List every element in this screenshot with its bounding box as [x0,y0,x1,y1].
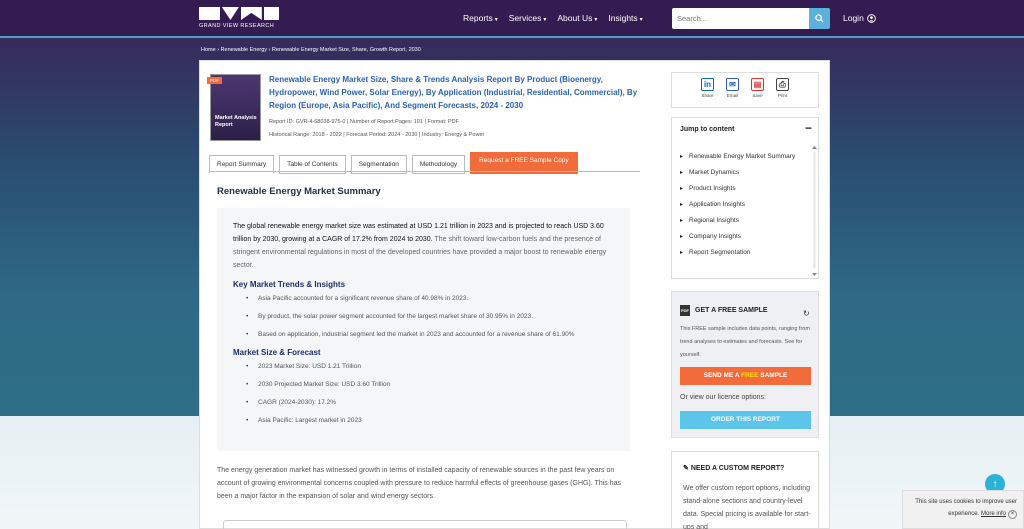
share-print[interactable]: ⎙ Print [776,78,789,107]
linkedin-icon: in [701,78,714,91]
report-title: Renewable Energy Market Size, Share & Tr… [269,75,638,110]
cover-text: Market Analysis Report [215,115,257,128]
tab-divider [209,171,640,172]
list-item: 2023 Market Size: USD 1.21 Trillion [233,361,614,372]
close-icon[interactable]: × [1008,510,1017,519]
custom-report-card: ✎ NEED A CUSTOM REPORT? We offer custom … [671,451,819,529]
nav-about-us[interactable]: About Us ▾ [557,13,597,23]
logo[interactable]: GRAND VIEW RESEARCH [199,7,279,31]
pdf-icon: PDF [680,305,690,316]
toc-item[interactable]: Report Segmentation [680,247,808,259]
search-input[interactable] [672,8,810,29]
toc-item[interactable]: Market Dynamics [680,167,808,179]
list-item: CAGR (2024-2030): 17.2% [233,397,614,408]
summary-intro: The global renewable energy market size … [233,220,614,272]
cookie-notice: This site uses cookies to improve user e… [902,490,1024,529]
custom-description: We offer custom report options, includin… [683,485,811,529]
body-paragraph: The energy generation market has witness… [217,467,622,500]
toc-scrollbar[interactable] [812,146,817,276]
trends-heading: Key Market Trends & Insights [233,280,346,289]
breadcrumb[interactable]: Home › Renewable Energy › Renewable Ener… [201,47,421,53]
top-navbar: GRAND VIEW RESEARCH Reports ▾ Services ▾ A… [0,0,1024,38]
sample-heading: PDF GET A FREE SAMPLE [680,305,768,316]
list-item: Based on application, industrial segment… [233,329,614,340]
free-sample-card: PDF GET A FREE SAMPLE ↻ This FREE sample… [671,291,819,438]
logo-mark [199,7,279,20]
nav-reports[interactable]: Reports ▾ [463,13,498,23]
send-free-sample-button[interactable]: SEND ME A FREE SAMPLE [680,367,811,385]
toc-item[interactable]: Product Insights [680,183,808,195]
chevron-down-icon: ▾ [594,17,598,23]
chevron-down-icon: ▾ [543,17,547,23]
share-email[interactable]: ✉ Email [726,78,739,107]
list-item: Asia Pacific: Largest market in 2023 [233,415,614,426]
list-item: Asia Pacific accounted for a significant… [233,293,614,304]
pdf-badge: PDF [207,77,222,84]
content-box-partial [223,520,627,529]
toc-item[interactable]: Company Insights [680,231,808,243]
report-meta-line1: Report ID: GVR-4-68038-975-0 | Number of… [269,119,459,125]
main-nav: Reports ▾ Services ▾ About Us ▾ Insights ▾ [463,13,643,23]
list-item: By product, the solar power segment acco… [233,311,614,322]
arrow-up-icon: ↑ [992,478,998,490]
toc-item[interactable]: Renewable Energy Market Summary [680,151,808,163]
toc-list: Renewable Energy Market Summary Market D… [680,151,808,263]
toc-heading: Jump to content [680,126,735,133]
list-item: 2030 Projected Market Size: USD 3.60 Tri… [233,379,614,390]
nav-insights[interactable]: Insights ▾ [608,13,642,23]
jump-to-content-panel: Jump to content − Renewable Energy Marke… [671,117,819,279]
forecast-list: 2023 Market Size: USD 1.21 Trillion 2030… [233,361,614,426]
search-button[interactable] [809,8,830,29]
chevron-down-icon: ▾ [494,17,498,23]
forecast-heading: Market Size & Forecast [233,348,321,357]
report-cover-image: PDF Market Analysis Report [207,74,261,141]
summary-box: The global renewable energy market size … [217,208,630,451]
pdf-icon: ▤ [751,78,764,91]
licence-options-text: Or view our licence options: [680,394,766,401]
trends-list: Asia Pacific accounted for a significant… [233,293,614,340]
user-icon [866,13,876,23]
share-linkedin[interactable]: in Share [701,78,714,107]
cursor-icon: ↻ [803,309,810,318]
email-icon: ✉ [726,78,739,91]
toc-item[interactable]: Regional Insights [680,215,808,227]
search-icon [815,14,824,23]
custom-heading: ✎ NEED A CUSTOM REPORT? [683,465,785,472]
nav-services[interactable]: Services ▾ [509,13,547,23]
chevron-down-icon: ▾ [639,17,643,23]
summary-heading: Renewable Energy Market Summary [217,186,381,197]
wrench-icon: ✎ [683,465,689,472]
share-toolbar: in Share ✉ Email ▤ Save ⎙ Print [671,72,819,108]
collapse-icon[interactable]: − [805,121,812,135]
toc-item[interactable]: Application Insights [680,199,808,211]
report-meta-line2: Historical Range: 2018 - 2022 | Forecast… [269,132,485,138]
login-link[interactable]: Login [843,13,876,23]
print-icon: ⎙ [776,78,789,91]
sample-description: This FREE sample includes data points, r… [680,326,810,358]
share-save[interactable]: ▤ Save [751,78,764,107]
logo-text: GRAND VIEW RESEARCH [199,23,275,29]
more-info-link[interactable]: More info [981,511,1006,517]
order-report-button[interactable]: ORDER THIS REPORT [680,411,811,429]
